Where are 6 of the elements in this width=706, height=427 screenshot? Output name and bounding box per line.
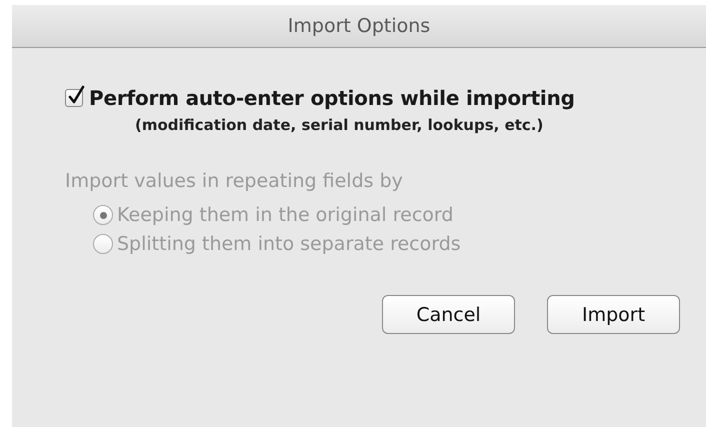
dialog-button[interactable]: Cancel [382, 295, 515, 334]
window-title: Import Options [288, 15, 430, 37]
checkbox-label[interactable]: Perform auto-enter options while importing [89, 86, 575, 110]
option-note: (modification date, serial number, lookups, etc.) [135, 116, 544, 134]
dialog-button[interactable]: Import [547, 295, 680, 334]
group-label: Import values in repeating fields by [65, 170, 404, 192]
